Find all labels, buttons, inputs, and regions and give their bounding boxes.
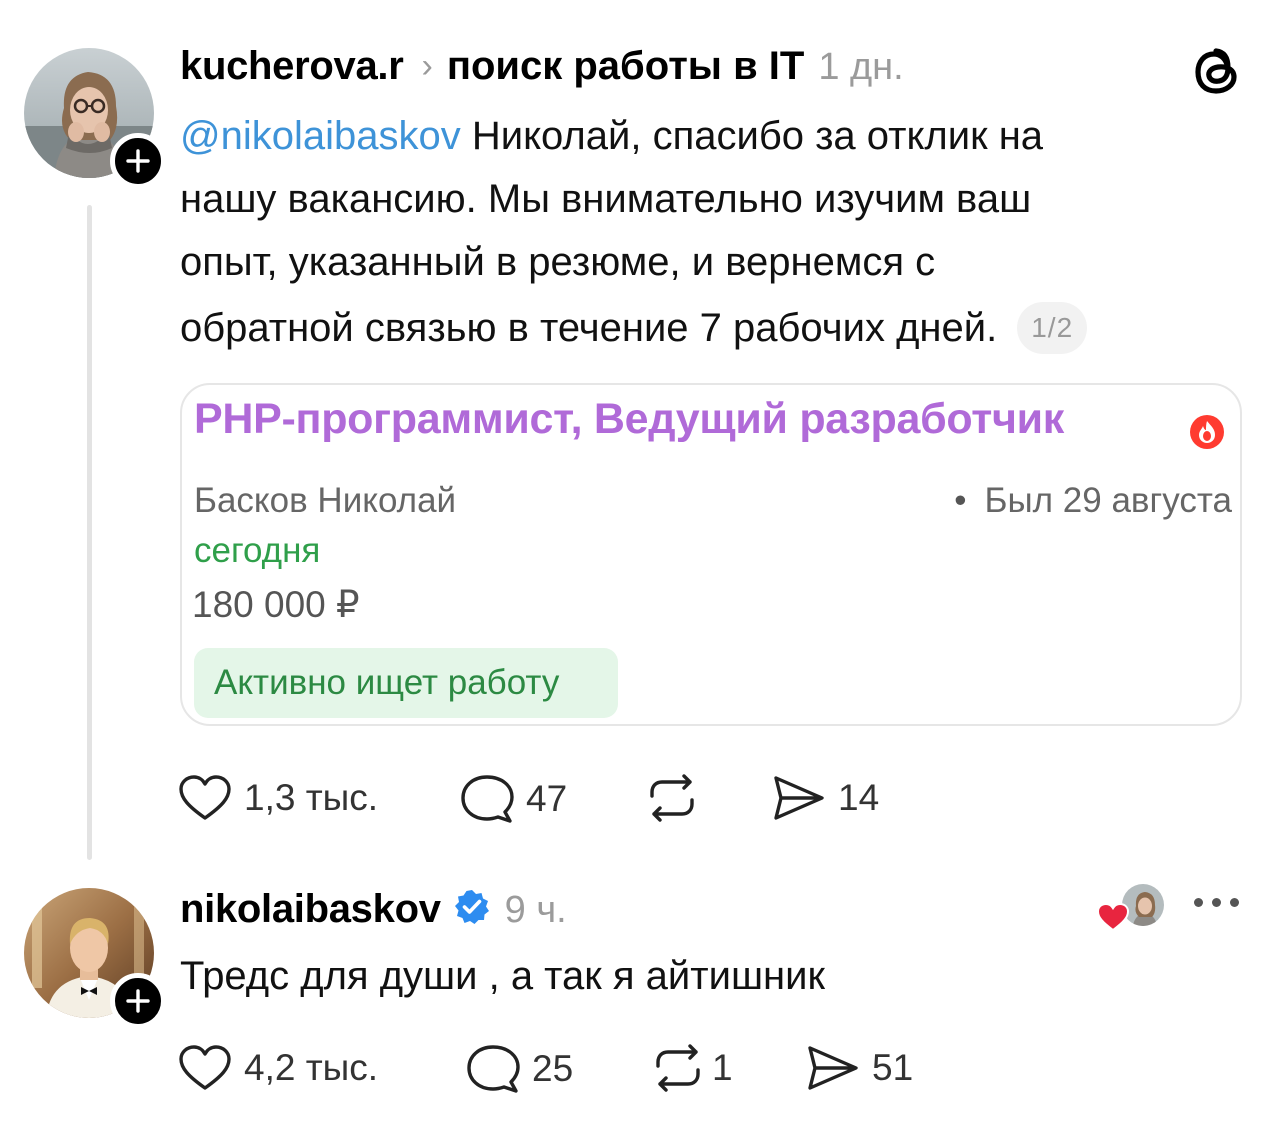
post-text-segment: Николай, спасибо за отклик на bbox=[460, 114, 1044, 158]
comment-count: 25 bbox=[532, 1048, 574, 1089]
heart-icon bbox=[179, 1045, 231, 1090]
repost-button[interactable] bbox=[644, 774, 712, 822]
plus-icon bbox=[126, 149, 150, 173]
comment-button[interactable]: 25 bbox=[466, 1044, 573, 1094]
mention-link[interactable]: @nikolaibaskov bbox=[180, 114, 461, 158]
share-button[interactable]: 51 bbox=[806, 1044, 913, 1092]
follow-button[interactable] bbox=[110, 973, 166, 1029]
heart-icon bbox=[179, 775, 231, 820]
comment-count: 47 bbox=[526, 778, 568, 819]
heart-icon bbox=[1096, 902, 1130, 932]
like-count: 1,3 тыс. bbox=[244, 777, 379, 818]
plus-icon bbox=[126, 989, 150, 1013]
post-body: Тредс для души , а так я айтишник bbox=[180, 954, 825, 998]
follow-button[interactable] bbox=[110, 133, 166, 189]
topic-tag[interactable]: поиск работы в IT bbox=[447, 44, 805, 89]
thread-connector-line bbox=[87, 205, 92, 860]
post1-actions: 1,3 тыс. 47 14 bbox=[178, 774, 938, 824]
share-icon bbox=[808, 1046, 858, 1090]
repost-icon bbox=[650, 774, 694, 822]
liked-by-author-indicator[interactable] bbox=[1096, 882, 1168, 932]
last-seen-text: Был 29 августа bbox=[984, 481, 1232, 520]
repost-count: 1 bbox=[712, 1047, 733, 1088]
comment-icon bbox=[461, 775, 514, 823]
verified-icon bbox=[453, 888, 491, 931]
comment-icon bbox=[467, 1045, 520, 1093]
share-count: 51 bbox=[872, 1047, 914, 1088]
status-badge: Активно ищет работу bbox=[194, 648, 618, 718]
share-count: 14 bbox=[838, 777, 880, 818]
candidate-name: Басков Николай bbox=[194, 481, 457, 520]
more-icon[interactable] bbox=[1194, 898, 1239, 907]
salary: 180 000 ₽ bbox=[192, 584, 360, 625]
post-time: 9 ч. bbox=[504, 889, 567, 931]
post-line-4: обратной связью в течение 7 рабочих дней… bbox=[180, 297, 1088, 360]
repost-icon bbox=[656, 1044, 700, 1092]
post-line-2: нашу вакансию. Мы внимательно изучим ваш bbox=[180, 177, 1032, 221]
response-date: сегодня bbox=[194, 531, 321, 570]
repost-button[interactable]: 1 bbox=[650, 1044, 733, 1092]
like-count: 4,2 тыс. bbox=[244, 1047, 379, 1088]
like-button[interactable]: 4,2 тыс. bbox=[178, 1044, 378, 1092]
post2-actions: 4,2 тыс. 25 1 51 bbox=[178, 1044, 938, 1094]
post-text-segment: обратной связью в течение 7 рабочих дней… bbox=[180, 306, 998, 350]
vacancy-response-card[interactable]: PHP-программист, Ведущий разработчик Бас… bbox=[180, 383, 1242, 726]
page-indicator[interactable]: 1/2 bbox=[1017, 302, 1088, 354]
post-header: kucherova.r › поиск работы в IT 1 дн. bbox=[180, 44, 904, 89]
post-body: @nikolaibaskov Николай, спасибо за откли… bbox=[180, 105, 1088, 360]
username[interactable]: kucherova.r bbox=[180, 44, 404, 89]
threads-logo-icon[interactable] bbox=[1192, 44, 1242, 103]
share-button[interactable]: 14 bbox=[772, 774, 879, 822]
post-header: nikolaibaskov 9 ч. bbox=[180, 884, 567, 932]
comment-button[interactable]: 47 bbox=[460, 774, 567, 824]
chevron-right-icon: › bbox=[421, 47, 433, 85]
post-line-1: @nikolaibaskov Николай, спасибо за откли… bbox=[180, 105, 1087, 168]
post-time: 1 дн. bbox=[818, 46, 904, 88]
fire-icon bbox=[1188, 413, 1226, 456]
post-line-3: опыт, указанный в резюме, и вернемся с bbox=[180, 240, 936, 284]
like-button[interactable]: 1,3 тыс. bbox=[178, 774, 378, 822]
last-seen: • Был 29 августа bbox=[954, 481, 1232, 520]
card-title: PHP-программист, Ведущий разработчик bbox=[194, 395, 1065, 443]
username[interactable]: nikolaibaskov bbox=[180, 887, 441, 932]
share-icon bbox=[774, 776, 824, 820]
